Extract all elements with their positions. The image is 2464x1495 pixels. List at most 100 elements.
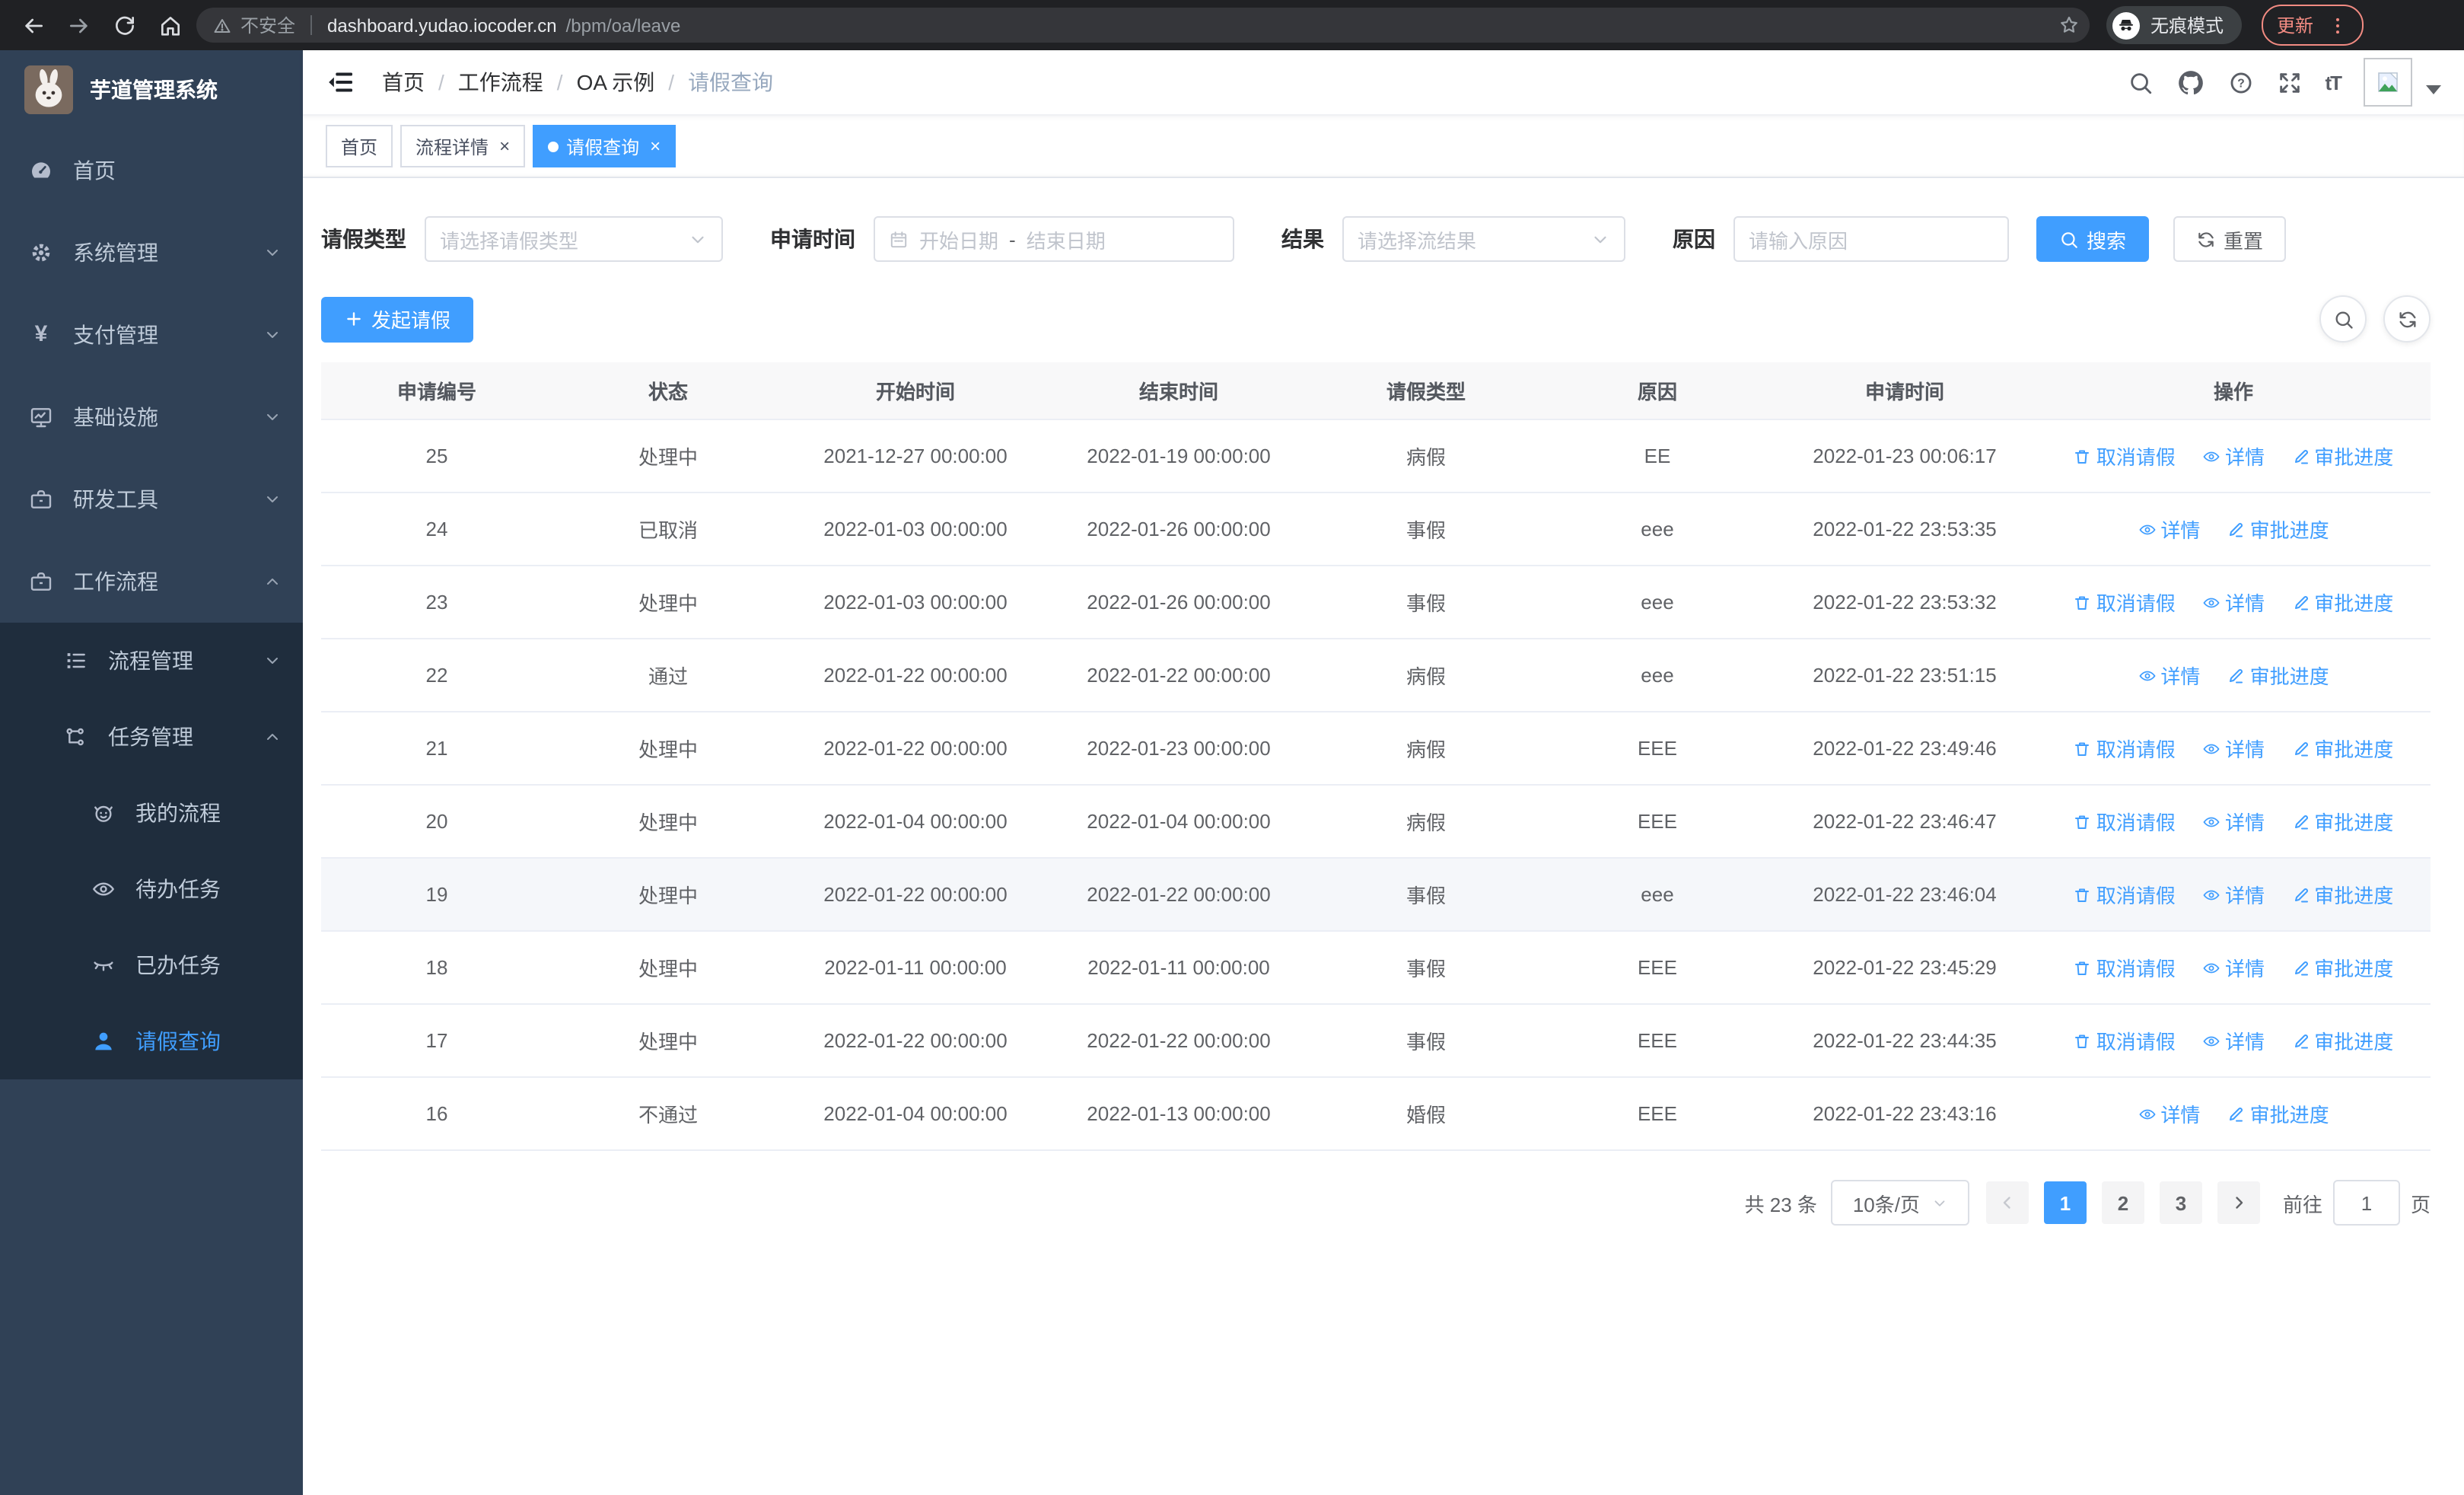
cancel-leave-link[interactable]: 取消请假 xyxy=(2074,807,2176,836)
cell-actions: 详情 审批进度 xyxy=(2036,492,2431,566)
approval-progress-link[interactable]: 审批进度 xyxy=(2291,734,2393,763)
sidebar-item-payment[interactable]: ¥ 支付管理 xyxy=(0,294,303,376)
approval-progress-link[interactable]: 审批进度 xyxy=(2291,1026,2393,1055)
collapse-sidebar-icon[interactable] xyxy=(326,67,356,97)
detail-link[interactable]: 详情 xyxy=(2202,441,2265,470)
eye-icon xyxy=(2138,520,2156,538)
avatar-caret-down-icon[interactable] xyxy=(2426,85,2441,94)
cell-status: 处理中 xyxy=(552,931,784,1005)
detail-link[interactable]: 详情 xyxy=(2202,588,2265,617)
column-header: 结束时间 xyxy=(1047,362,1310,420)
chevron-up-icon xyxy=(263,728,282,746)
cell-leave-type: 事假 xyxy=(1310,492,1542,566)
cell-start-time: 2022-01-22 00:00:00 xyxy=(784,1004,1047,1078)
apply-time-label: 申请时间 xyxy=(770,227,855,251)
calendar-icon xyxy=(889,229,909,249)
detail-link[interactable]: 详情 xyxy=(2202,880,2265,909)
goto-page-input[interactable]: 1 xyxy=(2332,1180,2400,1226)
approval-progress-link[interactable]: 审批进度 xyxy=(2291,441,2393,470)
browser-update-button[interactable]: 更新 xyxy=(2262,5,2364,46)
breadcrumb-workflow[interactable]: 工作流程 xyxy=(458,67,543,97)
search-icon[interactable] xyxy=(2127,69,2153,95)
bookmark-star-icon[interactable] xyxy=(2058,14,2080,37)
prev-page-button[interactable] xyxy=(1985,1181,2029,1224)
cancel-leave-link[interactable]: 取消请假 xyxy=(2074,588,2176,617)
cancel-leave-link[interactable]: 取消请假 xyxy=(2074,734,2176,763)
chevron-down-icon xyxy=(1590,229,1610,249)
detail-link[interactable]: 详情 xyxy=(2202,807,2265,836)
page-button-1[interactable]: 1 xyxy=(2043,1181,2087,1224)
sidebar-item-task-mgmt[interactable]: 任务管理 xyxy=(0,699,303,775)
browser-reload-icon[interactable] xyxy=(105,6,143,44)
search-button[interactable]: 搜索 xyxy=(2036,216,2150,262)
toolbox-icon xyxy=(29,487,53,512)
toggle-search-button[interactable] xyxy=(2319,295,2367,343)
sidebar-item-done-tasks[interactable]: 已办任务 xyxy=(0,927,303,1003)
tab-leave-query[interactable]: 请假查询 × xyxy=(533,125,676,167)
sidebar-item-devtools[interactable]: 研发工具 xyxy=(0,458,303,540)
browser-menu-dots-icon[interactable] xyxy=(2327,14,2348,36)
breadcrumb-oa-example[interactable]: OA 示例 xyxy=(577,67,655,97)
cancel-leave-link[interactable]: 取消请假 xyxy=(2074,880,2176,909)
close-icon[interactable]: × xyxy=(650,137,661,155)
font-size-icon[interactable]: tT xyxy=(2325,71,2342,94)
sidebar-item-todo-tasks[interactable]: 待办任务 xyxy=(0,851,303,927)
table-row: 22 通过 2022-01-22 00:00:00 2022-01-22 00:… xyxy=(321,639,2431,712)
cell-start-time: 2022-01-11 00:00:00 xyxy=(784,931,1047,1005)
page-button-2[interactable]: 2 xyxy=(2101,1181,2144,1224)
cancel-leave-link[interactable]: 取消请假 xyxy=(2074,953,2176,982)
sidebar-item-infrastructure[interactable]: 基础设施 xyxy=(0,376,303,458)
approval-progress-link[interactable]: 审批进度 xyxy=(2227,1099,2329,1128)
detail-link[interactable]: 详情 xyxy=(2202,734,2265,763)
refresh-table-button[interactable] xyxy=(2383,295,2431,343)
approval-progress-link[interactable]: 审批进度 xyxy=(2227,661,2329,690)
top-navbar: 首页 / 工作流程 / OA 示例 / 请假查询 tT xyxy=(303,50,2464,116)
cancel-leave-link[interactable]: 取消请假 xyxy=(2074,1026,2176,1055)
page-size-select[interactable]: 10条/页 xyxy=(1830,1180,1969,1226)
approval-progress-link[interactable]: 审批进度 xyxy=(2291,953,2393,982)
page-button-3[interactable]: 3 xyxy=(2159,1181,2202,1224)
sidebar-item-home[interactable]: 首页 xyxy=(0,129,303,212)
detail-link[interactable]: 详情 xyxy=(2138,1099,2200,1128)
browser-forward-icon[interactable] xyxy=(59,6,97,44)
sidebar-item-workflow[interactable]: 工作流程 xyxy=(0,540,303,623)
create-leave-button[interactable]: 发起请假 xyxy=(321,296,474,342)
browser-home-icon[interactable] xyxy=(151,6,189,44)
reset-button[interactable]: 重置 xyxy=(2173,216,2287,262)
sidebar-item-process-mgmt[interactable]: 流程管理 xyxy=(0,623,303,699)
help-icon[interactable] xyxy=(2227,69,2253,95)
detail-link[interactable]: 详情 xyxy=(2202,1026,2265,1055)
pencil-icon xyxy=(2291,593,2310,611)
cancel-leave-link[interactable]: 取消请假 xyxy=(2074,441,2176,470)
close-icon[interactable]: × xyxy=(499,137,510,155)
address-bar[interactable]: 不安全 dashboard.yudao.iocoder.cn/bpm/oa/le… xyxy=(196,8,2090,43)
approval-progress-link[interactable]: 审批进度 xyxy=(2291,807,2393,836)
result-select[interactable]: 请选择流结果 xyxy=(1342,216,1625,262)
sidebar-item-leave-query[interactable]: 请假查询 xyxy=(0,1003,303,1079)
leave-type-select[interactable]: 请选择请假类型 xyxy=(425,216,723,262)
avatar[interactable] xyxy=(2364,58,2412,107)
cell-reason: EEE xyxy=(1542,785,1773,859)
apply-time-range-picker[interactable]: 开始日期 - 结束日期 xyxy=(874,216,1234,262)
breadcrumb-home[interactable]: 首页 xyxy=(382,67,425,97)
fullscreen-icon[interactable] xyxy=(2276,69,2302,95)
detail-link[interactable]: 详情 xyxy=(2138,515,2200,543)
sidebar-item-my-process[interactable]: 我的流程 xyxy=(0,775,303,851)
cell-reason: EEE xyxy=(1542,931,1773,1005)
chevron-down-icon xyxy=(263,408,282,426)
browser-back-icon[interactable] xyxy=(14,6,52,44)
cell-start-time: 2022-01-04 00:00:00 xyxy=(784,785,1047,859)
table-toolbar: 发起请假 xyxy=(321,295,2431,343)
approval-progress-link[interactable]: 审批进度 xyxy=(2291,880,2393,909)
sidebar-item-system[interactable]: 系统管理 xyxy=(0,212,303,294)
github-icon[interactable] xyxy=(2176,68,2205,97)
detail-link[interactable]: 详情 xyxy=(2202,953,2265,982)
approval-progress-link[interactable]: 审批进度 xyxy=(2227,515,2329,543)
approval-progress-link[interactable]: 审批进度 xyxy=(2291,588,2393,617)
tab-home[interactable]: 首页 xyxy=(326,125,393,167)
next-page-button[interactable] xyxy=(2217,1181,2260,1224)
detail-link[interactable]: 详情 xyxy=(2138,661,2200,690)
reason-input[interactable]: 请输入原因 xyxy=(1733,216,2009,262)
chevron-down-icon xyxy=(263,490,282,508)
tab-process-detail[interactable]: 流程详情 × xyxy=(400,125,526,167)
